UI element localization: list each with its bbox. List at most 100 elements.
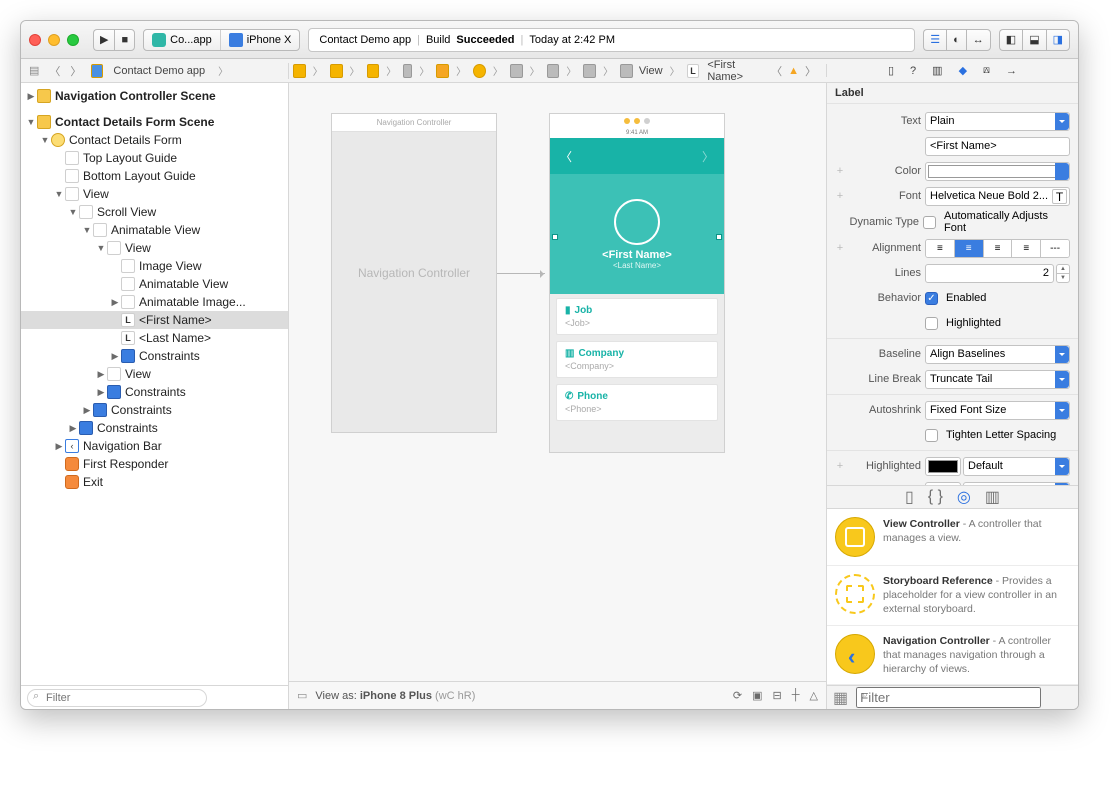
outline-animview2[interactable]: Animatable View xyxy=(139,277,228,291)
card-company[interactable]: ▥Company <Company> xyxy=(556,341,718,378)
scene-contact-form[interactable]: Contact Details Form Scene xyxy=(55,115,214,129)
next-issue-button[interactable]: 〉 xyxy=(805,63,816,79)
crumb-project[interactable]: Contact Demo app xyxy=(113,65,205,77)
selection-handle-icon[interactable] xyxy=(552,234,558,240)
scene-icon[interactable] xyxy=(436,64,449,78)
add-attribute-button[interactable]: + xyxy=(835,242,845,254)
outline-firstresponder[interactable]: First Responder xyxy=(83,457,168,471)
align-right-button[interactable]: ≡ xyxy=(984,240,1013,257)
editor-assistant-button[interactable]: ◐ xyxy=(946,29,966,51)
outline-tree[interactable]: ▶Navigation Controller Scene ▼Contact De… xyxy=(21,83,288,685)
pin-button[interactable]: ┼ xyxy=(792,689,800,702)
stop-button[interactable]: ■ xyxy=(114,29,135,51)
library-item-nav-controller[interactable]: ‹ Navigation Controller - A controller t… xyxy=(827,626,1078,685)
outline-constraints4[interactable]: Constraints xyxy=(97,421,158,435)
outline-view2[interactable]: View xyxy=(125,241,151,255)
close-window-button[interactable] xyxy=(29,34,41,46)
first-name-label[interactable]: <First Name> xyxy=(602,249,672,261)
folder-icon[interactable] xyxy=(330,64,343,78)
view-icon[interactable] xyxy=(620,64,633,78)
last-name-label[interactable]: <Last Name> xyxy=(613,261,661,270)
shadow-color-well[interactable] xyxy=(925,482,961,486)
enabled-checkbox[interactable]: ✓ xyxy=(925,292,938,305)
highlighted-checkbox[interactable] xyxy=(925,317,938,330)
align-justify-button[interactable]: ≡ xyxy=(1012,240,1041,257)
forward-button[interactable]: 〉 xyxy=(70,63,81,79)
outline-constraints[interactable]: Constraints xyxy=(139,349,200,363)
add-attribute-button[interactable]: + xyxy=(835,165,845,177)
shadow-dropdown[interactable]: Default xyxy=(963,482,1070,486)
object-library-tab[interactable]: ◎ xyxy=(957,487,971,507)
font-picker-button[interactable]: T xyxy=(1052,189,1067,204)
zoom-window-button[interactable] xyxy=(67,34,79,46)
view-icon[interactable] xyxy=(583,64,596,78)
prev-issue-button[interactable]: 〈 xyxy=(771,63,782,79)
view-icon[interactable] xyxy=(510,64,523,78)
card-job[interactable]: ▮Job <Job> xyxy=(556,298,718,335)
warning-icon[interactable]: ▲ xyxy=(788,65,799,77)
outline-scroll[interactable]: Scroll View xyxy=(97,205,156,219)
highlighted-color-well[interactable] xyxy=(925,457,961,476)
run-button[interactable]: ▶ xyxy=(93,29,114,51)
embed-in-button[interactable]: ▣ xyxy=(752,689,762,702)
outline-view[interactable]: View xyxy=(83,187,109,201)
linebreak-dropdown[interactable]: Truncate Tail xyxy=(925,370,1070,389)
editor-version-button[interactable]: ↔ xyxy=(966,29,991,51)
font-field[interactable]: Helvetica Neue Bold 2...T xyxy=(925,187,1070,206)
related-items-icon[interactable]: ▤ xyxy=(29,64,39,77)
file-inspector-tab[interactable]: ▯ xyxy=(888,64,894,77)
align-button[interactable]: ⊟ xyxy=(773,689,782,702)
outline-navbar[interactable]: Navigation Bar xyxy=(83,439,162,453)
vc-icon[interactable] xyxy=(473,64,486,78)
scene-contact-details[interactable]: 9:41 AM 〈 〉 <First Name> <Last Name> xyxy=(549,113,725,453)
align-left-button[interactable]: ≡ xyxy=(926,240,955,257)
outline-lastname[interactable]: <Last Name> xyxy=(139,331,211,345)
add-attribute-button[interactable]: + xyxy=(835,460,845,472)
selection-handle-icon[interactable] xyxy=(716,234,722,240)
crumb-selected[interactable]: <First Name> xyxy=(707,59,767,83)
text-value-field[interactable]: <First Name> xyxy=(925,137,1070,156)
card-phone[interactable]: ✆Phone <Phone> xyxy=(556,384,718,421)
back-button[interactable]: 〈 xyxy=(49,63,60,79)
highlighted-dropdown[interactable]: Default xyxy=(963,457,1070,476)
library-filter-input[interactable] xyxy=(856,687,1041,708)
library-item-storyboard-ref[interactable]: Storyboard Reference - Provides a placeh… xyxy=(827,566,1078,626)
toggle-outline-button[interactable]: ▭ xyxy=(297,689,307,702)
outline-vc[interactable]: Contact Details Form xyxy=(69,133,182,147)
alignment-segmented[interactable]: ≡ ≡ ≡ ≡ --- xyxy=(925,239,1070,258)
canvas[interactable]: Navigation Controller Navigation Control… xyxy=(289,83,826,681)
outline-constraints2[interactable]: Constraints xyxy=(125,385,186,399)
scene-navigation-controller[interactable]: Navigation Controller Navigation Control… xyxy=(331,113,497,433)
text-type-dropdown[interactable]: Plain xyxy=(925,112,1070,131)
attributes-inspector-tab[interactable]: ◆ xyxy=(959,64,967,77)
outline-topguide[interactable]: Top Layout Guide xyxy=(83,151,177,165)
object-library[interactable]: View Controller - A controller that mana… xyxy=(827,509,1078,685)
crumb-view[interactable]: View xyxy=(639,65,663,77)
outline-imageview[interactable]: Image View xyxy=(139,259,201,273)
minimize-window-button[interactable] xyxy=(48,34,60,46)
resolve-issues-button[interactable]: △ xyxy=(810,689,818,702)
grid-view-button[interactable]: ▦ xyxy=(833,688,848,708)
outline-exit[interactable]: Exit xyxy=(83,475,103,489)
outline-constraints3[interactable]: Constraints xyxy=(111,403,172,417)
segue-arrow[interactable] xyxy=(497,273,545,274)
tighten-checkbox[interactable] xyxy=(925,429,938,442)
quickhelp-inspector-tab[interactable]: ? xyxy=(910,65,916,77)
add-attribute-button[interactable]: + xyxy=(835,190,845,202)
connections-inspector-tab[interactable]: → xyxy=(1006,65,1017,77)
outline-animimage[interactable]: Animatable Image... xyxy=(139,295,246,309)
view-as-button[interactable]: View as: iPhone 8 Plus (wC hR) xyxy=(315,690,475,702)
code-snippet-library-tab[interactable]: { } xyxy=(928,488,943,506)
text-color-well[interactable] xyxy=(925,162,1070,181)
outline-view3[interactable]: View xyxy=(125,367,151,381)
view-icon[interactable] xyxy=(547,64,560,78)
folder-icon[interactable] xyxy=(293,64,306,78)
folder-icon[interactable] xyxy=(367,64,380,78)
storyboard-icon[interactable] xyxy=(403,64,412,78)
size-inspector-tab[interactable]: ⟎ xyxy=(983,64,990,77)
editor-standard-button[interactable]: ☰ xyxy=(923,29,946,51)
update-frames-button[interactable]: ⟳ xyxy=(733,689,742,702)
outline-firstname[interactable]: <First Name> xyxy=(139,313,212,327)
back-chevron-icon[interactable]: 〈 xyxy=(560,148,572,165)
file-template-library-tab[interactable]: ▯ xyxy=(905,487,914,507)
